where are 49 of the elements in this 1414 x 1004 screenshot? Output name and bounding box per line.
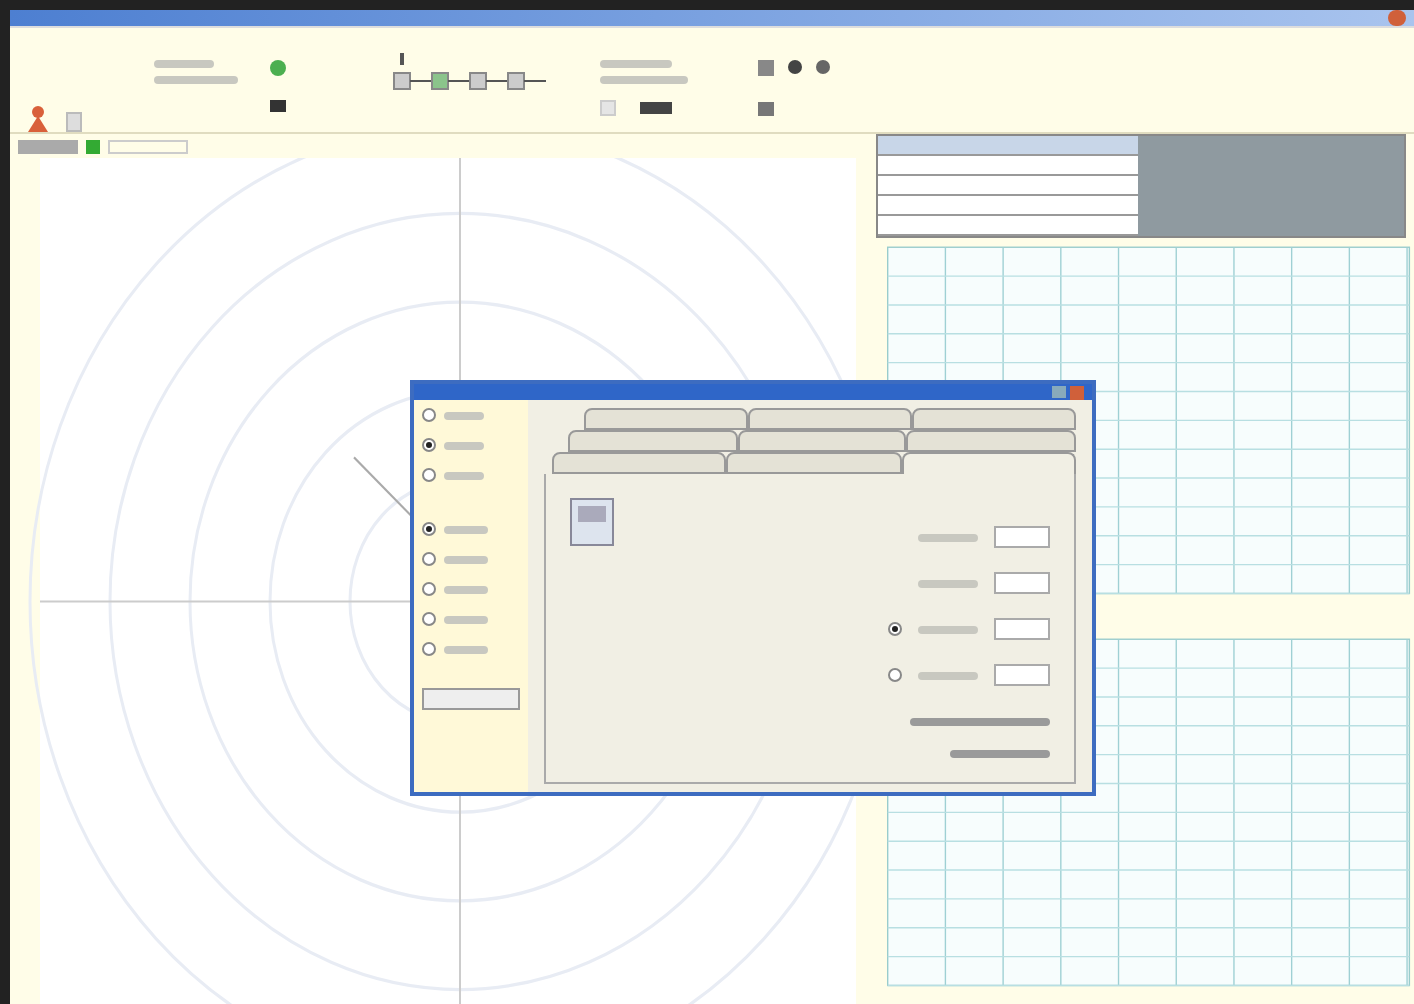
radio-button[interactable] xyxy=(422,642,436,656)
blurred-label xyxy=(910,718,1050,726)
filter-icon[interactable] xyxy=(758,101,774,115)
radio-button[interactable] xyxy=(422,438,436,452)
dialog-tab[interactable] xyxy=(748,408,912,430)
input-field[interactable] xyxy=(994,572,1050,594)
close-button[interactable] xyxy=(1388,10,1406,26)
blurred-label xyxy=(918,579,978,587)
apply-button[interactable] xyxy=(422,688,520,710)
blurred-label xyxy=(444,525,488,533)
blurred-label xyxy=(600,60,672,68)
radio-button[interactable] xyxy=(422,522,436,536)
blurred-label xyxy=(918,625,978,633)
blurred-label xyxy=(444,555,488,563)
dialog-tab[interactable] xyxy=(584,408,748,430)
blurred-label xyxy=(444,615,488,623)
close-button[interactable] xyxy=(1070,385,1084,399)
blurred-label xyxy=(600,76,688,84)
dialog-tab[interactable] xyxy=(901,452,1076,474)
blurred-label xyxy=(950,750,1050,758)
blurred-label xyxy=(918,671,978,679)
blurred-label xyxy=(444,645,488,653)
person-icon[interactable] xyxy=(26,104,50,132)
radio-button[interactable] xyxy=(888,622,902,636)
dialog-tab[interactable] xyxy=(906,430,1077,452)
dialog-tab[interactable] xyxy=(912,408,1076,430)
record-button[interactable] xyxy=(270,60,286,76)
radio-button[interactable] xyxy=(422,582,436,596)
blurred-label xyxy=(918,533,978,541)
dialog-tab[interactable] xyxy=(726,452,902,474)
radio-button[interactable] xyxy=(422,468,436,482)
dialog-tab[interactable] xyxy=(737,430,907,452)
input-field[interactable] xyxy=(994,664,1050,686)
blurred-label xyxy=(444,441,484,449)
blurred-label xyxy=(444,585,488,593)
radio-button[interactable] xyxy=(422,408,436,422)
dialog-tab[interactable] xyxy=(552,452,727,474)
input-field[interactable] xyxy=(994,526,1050,548)
dialog-tab[interactable] xyxy=(568,430,738,452)
radio-button[interactable] xyxy=(888,668,902,682)
input-field[interactable] xyxy=(994,618,1050,640)
table-row[interactable] xyxy=(878,136,1138,156)
blurred-label xyxy=(444,471,484,479)
blurred-label xyxy=(444,411,484,419)
preview-icon xyxy=(570,498,614,546)
blurred-label xyxy=(154,76,238,84)
radio-button[interactable] xyxy=(422,552,436,566)
radio-button[interactable] xyxy=(422,612,436,626)
blurred-label xyxy=(154,60,214,68)
